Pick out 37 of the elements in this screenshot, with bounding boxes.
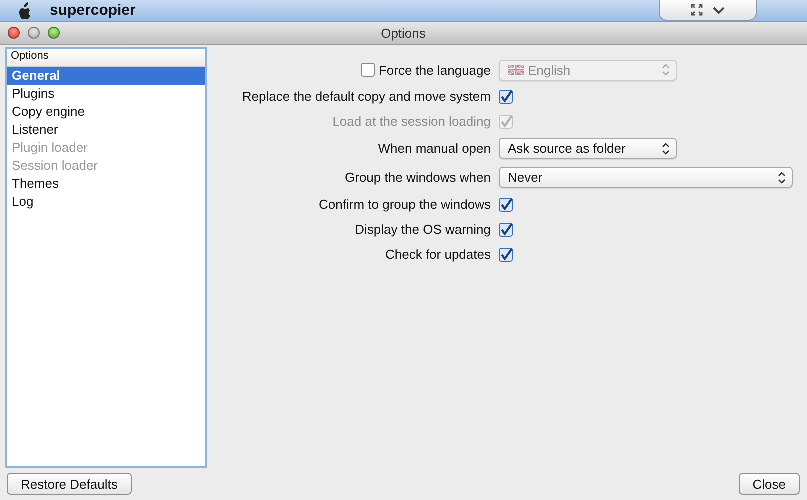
dialog-button[interactable]: Close — [738, 473, 800, 495]
sidebar-item[interactable]: Copy engine — [7, 103, 205, 121]
checkbox[interactable] — [499, 248, 513, 262]
zoom-button[interactable] — [48, 27, 60, 39]
fullscreen-icon[interactable] — [691, 4, 703, 16]
window-title: Options — [381, 26, 426, 40]
minimize-button[interactable] — [28, 27, 40, 39]
checkbox[interactable] — [499, 90, 513, 104]
option-label: Confirm to group the windows — [319, 197, 491, 212]
dropdown[interactable]: Never — [499, 167, 793, 188]
option-label: Force the language — [378, 62, 491, 78]
option-label: When manual open — [378, 141, 491, 156]
dialog-button[interactable]: Restore Defaults — [7, 473, 132, 495]
dropdown-value: Never — [508, 170, 544, 185]
dropdown[interactable]: Ask source as folder — [499, 138, 677, 159]
option-label: Replace the default copy and move system — [242, 89, 491, 104]
close-button[interactable] — [8, 27, 20, 39]
app-name[interactable]: supercopier — [50, 2, 136, 19]
option-label: Check for updates — [385, 247, 491, 262]
sidebar-item[interactable]: Themes — [7, 175, 205, 193]
dropdown-value: English — [528, 62, 572, 78]
chevron-down-icon[interactable] — [713, 6, 725, 14]
option-label: Display the OS warning — [355, 222, 491, 237]
list-header: Options — [7, 49, 205, 67]
checkbox[interactable] — [499, 222, 513, 236]
sidebar-item[interactable]: Listener — [7, 121, 205, 139]
sidebar-item[interactable]: General — [7, 67, 205, 85]
option-label: Load at the session loading — [332, 114, 491, 129]
updown-arrows-icon — [778, 172, 786, 184]
checkbox[interactable] — [499, 198, 513, 212]
updown-arrows-icon — [662, 64, 670, 76]
sidebar-item[interactable]: Log — [7, 193, 205, 211]
flag-icon — [508, 65, 524, 75]
dropdown-value: Ask source as folder — [508, 141, 627, 156]
updown-arrows-icon — [662, 142, 670, 154]
sidebar-item[interactable]: Plugins — [7, 85, 205, 103]
option-label: Group the windows when — [345, 170, 491, 185]
